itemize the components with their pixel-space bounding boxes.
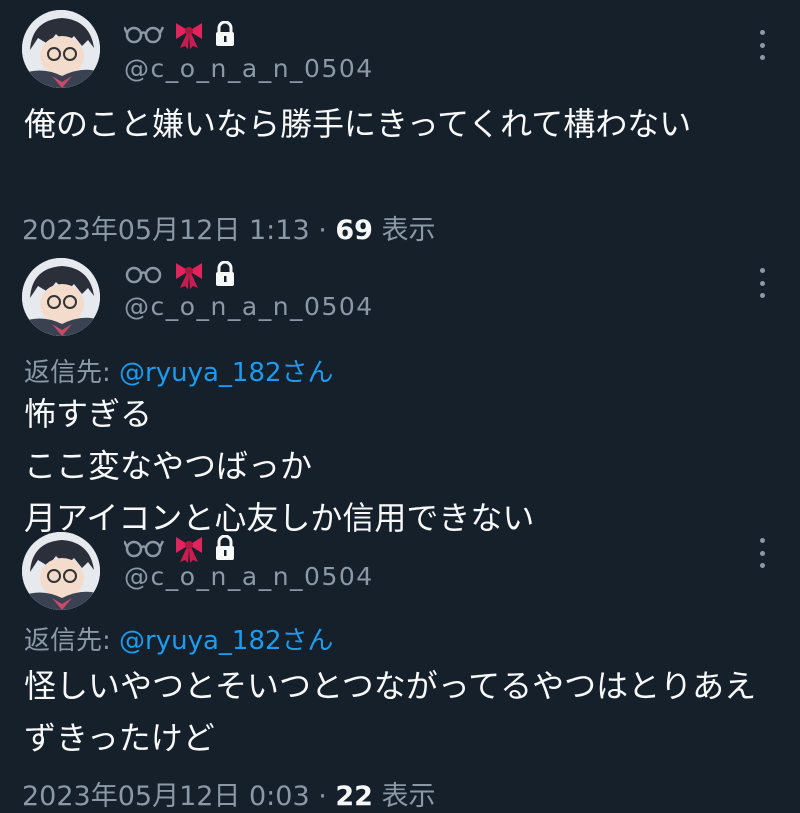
tweet-date[interactable]: 2023年05月12日 0:03 · (22, 781, 335, 812)
reply-handle[interactable]: @ryuya_182 (119, 626, 282, 656)
tweet-text: 怖すぎる ここ変なやつばっか 月アイコンと心友しか信用できない (24, 395, 535, 537)
user-handle[interactable]: @c_o_n_a_n_0504 (124, 292, 374, 321)
avatar[interactable] (22, 532, 100, 610)
tweet-meta: 2023年05月12日 1:13 · 69 表示 (22, 208, 436, 247)
reply-context: 返信先: @ryuya_182さん (24, 620, 334, 657)
tweet[interactable]: @c_o_n_a_n_0504 返信先: @ryuya_182さん 怪しいやつと… (0, 530, 800, 812)
display-name (124, 16, 236, 52)
reply-handle[interactable]: @ryuya_182 (119, 358, 282, 388)
ribbon-icon (176, 23, 202, 49)
lock-icon (216, 261, 234, 286)
views-label: 表示 (372, 781, 436, 812)
reply-prefix: 返信先: (24, 358, 120, 388)
reply-suffix[interactable]: さん (282, 358, 334, 388)
tweet-text: 怪しいやつとそいつとつながってるやつはとりあえずきったけど (24, 667, 757, 757)
reply-context: 返信先: @ryuya_182さん (24, 352, 334, 389)
reply-mention-link[interactable]: @ryuya_182さん (119, 358, 334, 388)
glasses-icon (124, 540, 164, 558)
ribbon-icon (176, 263, 202, 289)
more-options-icon[interactable] (750, 538, 774, 568)
reply-mention-link[interactable]: @ryuya_182さん (119, 626, 334, 656)
tweet[interactable]: @c_o_n_a_n_0504 俺のこと嫌いなら勝手にきってくれて構わない 20… (0, 0, 800, 250)
user-handle[interactable]: @c_o_n_a_n_0504 (124, 54, 374, 83)
avatar[interactable] (22, 258, 100, 336)
display-name (124, 256, 236, 292)
tweet[interactable]: @c_o_n_a_n_0504 返信先: @ryuya_182さん 怖すぎる こ… (0, 250, 800, 537)
reply-suffix[interactable]: さん (282, 626, 334, 656)
more-options-icon[interactable] (750, 30, 774, 60)
more-options-icon[interactable] (750, 268, 774, 298)
tweet-date[interactable]: 2023年05月12日 1:13 · (22, 215, 335, 246)
display-name (124, 530, 236, 566)
tweet-text: 俺のこと嫌いなら勝手にきってくれて構わない (24, 105, 692, 143)
glasses-icon (124, 26, 164, 44)
views-label: 表示 (372, 215, 436, 246)
reply-prefix: 返信先: (24, 626, 120, 656)
lock-icon (216, 535, 234, 560)
lock-icon (216, 21, 234, 46)
user-handle[interactable]: @c_o_n_a_n_0504 (124, 562, 374, 591)
glasses-icon (125, 266, 162, 284)
view-count: 69 (335, 215, 373, 246)
ribbon-icon (176, 537, 202, 563)
tweet-meta: 2023年05月12日 0:03 · 22 表示 (22, 774, 436, 813)
avatar[interactable] (22, 10, 100, 88)
view-count: 22 (335, 781, 373, 812)
